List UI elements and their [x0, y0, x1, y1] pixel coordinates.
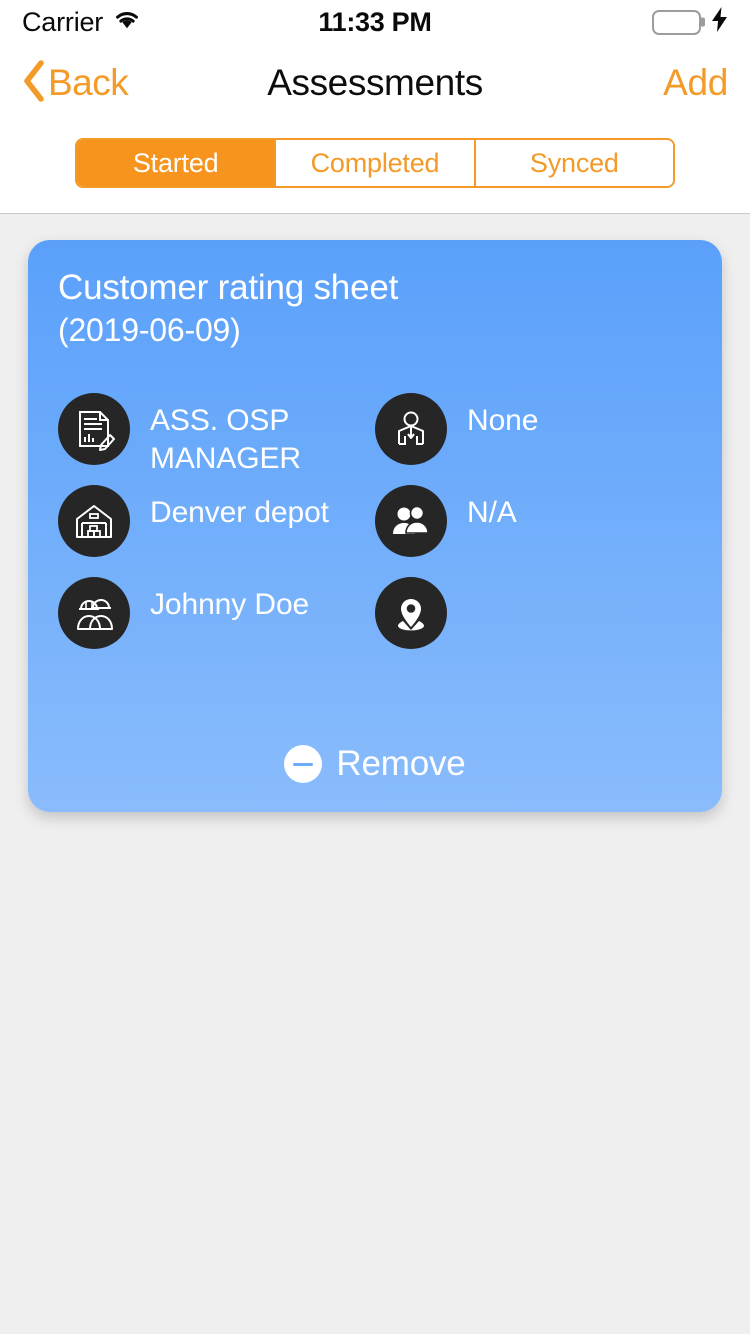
assessment-date: (2019-06-09) — [58, 311, 241, 348]
status-bar-right — [465, 7, 728, 37]
detail-row: Denver depot N/A — [58, 484, 692, 577]
segmented-control[interactable]: Started Completed Synced — [75, 138, 675, 188]
tab-completed[interactable]: Completed — [276, 140, 476, 186]
lightning-bolt-icon — [711, 7, 728, 37]
warehouse-depot-icon — [58, 484, 130, 557]
battery-icon — [652, 9, 705, 35]
detail-row: ASS. OSP MANAGER None — [58, 392, 692, 485]
people-group-icon — [375, 484, 447, 557]
remove-button[interactable]: Remove — [28, 744, 722, 784]
chevron-left-icon — [22, 59, 46, 107]
assessment-card[interactable]: Customer rating sheet (2019-06-09) ASS. … — [28, 240, 722, 812]
assessment-title: Customer rating sheet — [58, 268, 399, 307]
detail-cell-worker: Johnny Doe — [58, 576, 375, 649]
minus-circle-icon — [284, 745, 323, 783]
detail-label-role: ASS. OSP MANAGER — [150, 403, 301, 476]
phone-screen: Carrier 11:33 PM Back Assessments Add St… — [0, 0, 750, 1334]
content-area: Customer rating sheet (2019-06-09) ASS. … — [0, 214, 750, 1334]
detail-label-worker: Johnny Doe — [150, 587, 310, 621]
status-bar: Carrier 11:33 PM — [0, 0, 750, 44]
carrier-label: Carrier — [22, 6, 104, 37]
workers-hardhat-icon — [58, 576, 130, 649]
detail-label-crew: N/A — [467, 495, 517, 529]
detail-label-manager: None — [467, 403, 539, 437]
tab-synced[interactable]: Synced — [475, 140, 673, 186]
status-bar-left: Carrier — [22, 6, 285, 37]
segmented-control-wrapper: Started Completed Synced — [0, 122, 750, 188]
status-bar-time: 11:33 PM — [318, 6, 432, 37]
wifi-icon — [114, 10, 140, 34]
detail-cell-manager: None — [375, 392, 692, 465]
manager-person-icon — [375, 392, 447, 465]
location-pin-icon — [375, 576, 447, 649]
detail-cell-role: ASS. OSP MANAGER — [58, 392, 375, 479]
detail-label-depot: Denver depot — [150, 495, 329, 529]
detail-cell-crew: N/A — [375, 484, 692, 557]
navigation-bar: Back Assessments Add Started Completed S… — [0, 44, 750, 214]
add-button[interactable]: Add — [663, 62, 728, 104]
navigation-bar-row: Back Assessments Add — [0, 44, 750, 122]
detail-cell-depot: Denver depot — [58, 484, 375, 557]
tab-started[interactable]: Started — [77, 140, 277, 186]
back-button[interactable]: Back — [22, 59, 129, 107]
remove-button-label: Remove — [336, 744, 466, 783]
back-button-label: Back — [48, 62, 129, 103]
detail-row: Johnny Doe — [58, 576, 692, 669]
assessment-details: ASS. OSP MANAGER None Denver depot N/A J… — [58, 392, 692, 669]
detail-cell-location — [375, 576, 692, 649]
survey-form-icon — [58, 392, 130, 465]
